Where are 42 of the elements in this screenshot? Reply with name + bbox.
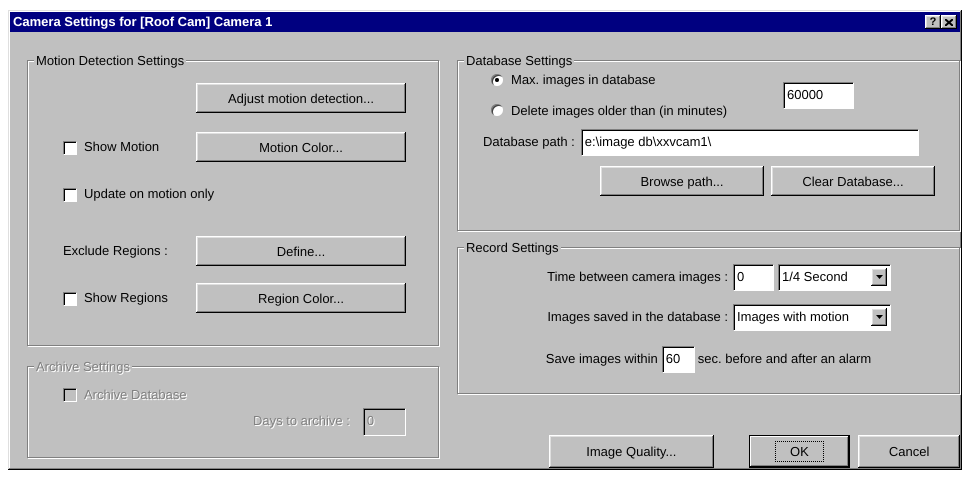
seconds-field[interactable]: 60 xyxy=(662,346,694,372)
checkbox-label: Archive Database xyxy=(84,386,187,404)
dialog-button[interactable]: Cancel xyxy=(858,435,960,468)
time-unit-dropdown[interactable]: 1/4 Second xyxy=(778,264,890,290)
time-field[interactable]: 0 xyxy=(733,264,773,290)
clear-database-button[interactable]: Clear Database... xyxy=(771,166,935,196)
checkbox[interactable] xyxy=(63,188,76,200)
close-button[interactable] xyxy=(941,15,957,29)
limit-field[interactable]: 60000 xyxy=(783,82,853,108)
field-label: Time between camera images : xyxy=(547,268,728,286)
checkbox-label: Show Motion xyxy=(84,138,160,156)
radio-label: Max. images in database xyxy=(511,71,656,89)
checkbox-label: Update on motion only xyxy=(84,185,214,204)
field-label: Days to archive : xyxy=(253,412,350,430)
field-label: Exclude Regions : xyxy=(63,242,168,260)
days-field: 0 xyxy=(362,408,405,434)
checkbox-label: Show Regions xyxy=(84,289,168,308)
radio-button[interactable] xyxy=(491,74,503,86)
images-saved-dropdown[interactable]: Images with motion xyxy=(733,304,890,330)
help-button[interactable]: ? xyxy=(925,15,941,29)
motion-color-button[interactable]: Motion Color... xyxy=(196,132,406,162)
path-field[interactable]: e:\image db\xxvcam1\ xyxy=(580,129,918,155)
dialog-button[interactable]: OK xyxy=(748,435,850,468)
checkbox[interactable] xyxy=(63,140,76,154)
group-title: Motion Detection Settings xyxy=(34,54,186,67)
field-label: Database path : xyxy=(483,133,575,152)
checkbox[interactable] xyxy=(63,292,76,304)
radio-label: Delete images older than (in minutes) xyxy=(511,102,728,120)
adjust-motion-button[interactable]: Adjust motion detection... xyxy=(196,83,406,113)
group-title: Database Settings xyxy=(464,54,574,67)
window-title: Camera Settings for [Roof Cam] Camera 1 xyxy=(13,13,272,32)
field-label: Save images within xyxy=(546,350,658,368)
close-icon xyxy=(945,18,953,26)
region-color-button[interactable]: Region Color... xyxy=(196,283,406,313)
group-title: Record Settings xyxy=(464,241,560,254)
dialog-button[interactable]: Image Quality... xyxy=(549,435,714,468)
field-label: Images saved in the database : xyxy=(547,308,728,326)
group-title: Archive Settings xyxy=(34,360,132,373)
define-button[interactable]: Define... xyxy=(196,236,406,266)
radio-button[interactable] xyxy=(491,104,503,116)
browse-path-button[interactable]: Browse path... xyxy=(600,166,764,196)
field-label: sec. before and after an alarm xyxy=(698,350,872,368)
